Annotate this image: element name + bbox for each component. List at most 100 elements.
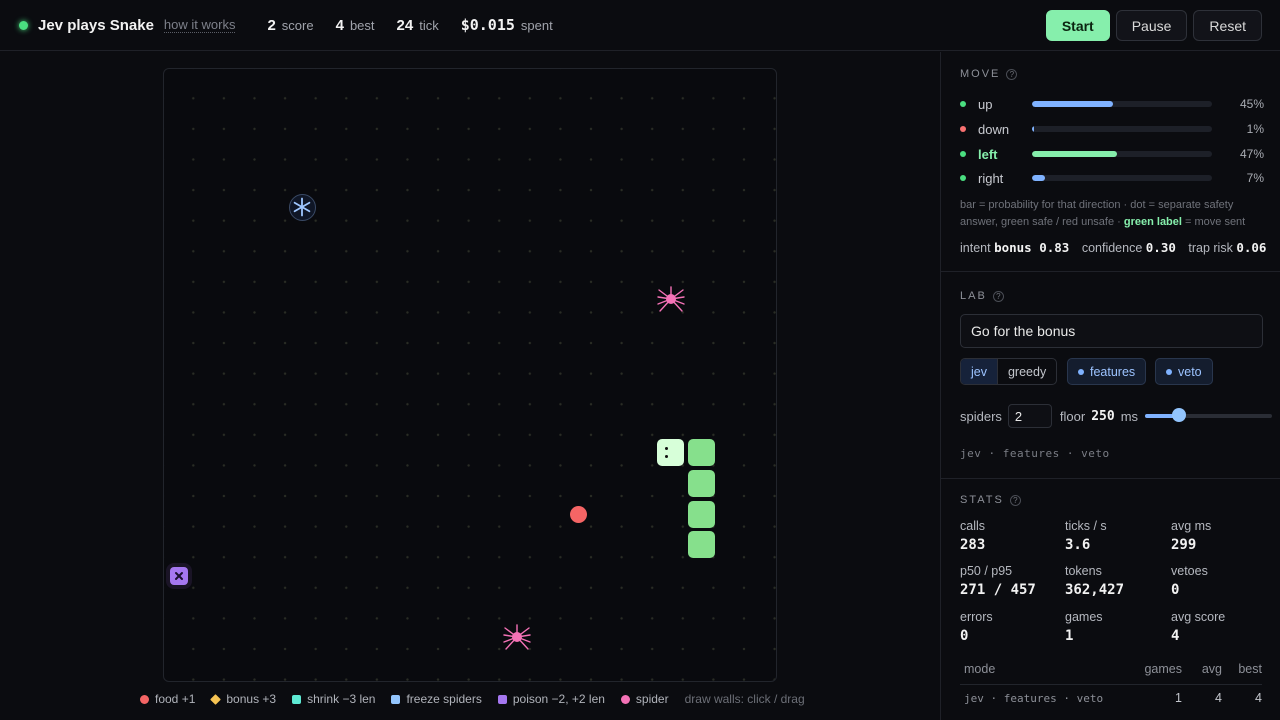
move-label: right <box>978 170 1004 186</box>
probability-bar <box>1032 175 1212 181</box>
snowflake-icon <box>288 193 316 221</box>
legend-item: freeze spiders <box>391 692 482 706</box>
score-value: 2 <box>267 16 276 34</box>
tick-value: 24 <box>396 16 414 34</box>
legend-item: food +1 <box>140 692 195 706</box>
mode-option-jev[interactable]: jev <box>961 359 998 384</box>
mode-option-greedy[interactable]: greedy <box>998 359 1056 384</box>
eye-icon <box>665 447 669 451</box>
start-button[interactable]: Start <box>1045 10 1110 41</box>
help-icon[interactable]: ? <box>1009 494 1021 506</box>
snake-segment <box>687 439 715 467</box>
spiders-input[interactable] <box>1007 404 1052 428</box>
legend-item: shrink −3 len <box>292 692 375 706</box>
circle-icon <box>620 694 630 704</box>
move-row-left: left 47% <box>960 145 1264 163</box>
probability-bar-fill <box>1032 126 1034 132</box>
how-it-works-link[interactable]: how it works <box>163 17 236 33</box>
stat-value: 4 <box>1171 628 1180 644</box>
stat-label: vetoes <box>1171 564 1208 578</box>
intent-label: intent <box>960 241 991 255</box>
floor-label: floor <box>1059 408 1086 424</box>
prompt-input[interactable] <box>960 314 1263 348</box>
pause-button[interactable]: Pause <box>1115 10 1188 41</box>
mode-selector: jev greedy <box>960 358 1058 385</box>
params-row: spiders floor 250 ms <box>960 404 1138 428</box>
legend-label: bonus +3 <box>226 692 277 706</box>
move-row-right: right 7% <box>960 169 1264 187</box>
move-percent: 47% <box>1239 147 1264 161</box>
stat-label: avg ms <box>1171 519 1212 533</box>
legend-hint: draw walls: click / drag <box>684 692 805 706</box>
move-percent: 1% <box>1246 122 1264 136</box>
legend-label: food +1 <box>155 692 196 706</box>
lab-title-text: LAB <box>960 290 987 302</box>
veto-toggle-label: veto <box>1178 364 1202 379</box>
side-panel: MOVE ? up 45% down 1% left 47% right 7% bar = p… <box>940 52 1280 720</box>
legend-item: poison −2, +2 len <box>497 692 605 706</box>
row-avg: 4 <box>1215 691 1222 705</box>
reset-button[interactable]: Reset <box>1193 10 1262 41</box>
status-dot-icon <box>19 20 28 30</box>
stat-ticks-s: ticks / s 3.6 <box>1065 519 1165 553</box>
floor-slider[interactable] <box>1145 408 1272 422</box>
table-row: jev · features · veto 1 4 4 <box>960 685 1262 711</box>
row-games: 1 <box>1175 691 1182 705</box>
move-percent: 45% <box>1239 97 1264 111</box>
header-buttons: Start Pause Reset <box>1045 10 1262 41</box>
trap-risk-label: trap risk <box>1188 241 1233 255</box>
stat-errors: errors 0 <box>960 610 1060 644</box>
stat-label: calls <box>960 519 986 533</box>
best-stat: 4 best <box>336 17 375 34</box>
stat-value: 299 <box>1171 537 1197 553</box>
game-board[interactable] <box>163 68 777 682</box>
lab-title: LAB ? <box>960 290 1004 302</box>
col-best: best <box>1238 661 1262 676</box>
row-best: 4 <box>1255 691 1262 705</box>
divider <box>941 478 1280 479</box>
help-icon[interactable]: ? <box>992 290 1004 302</box>
col-avg: avg <box>1201 661 1222 676</box>
spent-value: $0.015 <box>460 16 515 34</box>
confidence-label: confidence <box>1081 241 1143 255</box>
stat-value: 1 <box>1065 628 1074 644</box>
toggle-dot-icon <box>1078 368 1084 375</box>
safety-dot-icon <box>960 175 966 181</box>
spent-label: spent <box>520 18 553 33</box>
snake-head <box>657 439 685 467</box>
square-icon <box>497 694 507 704</box>
col-mode: mode <box>964 661 996 676</box>
confidence-value: 0.30 <box>1145 240 1176 255</box>
stat-tokens: tokens 362,427 <box>1065 564 1165 598</box>
intent-value: bonus 0.83 <box>994 240 1070 255</box>
probability-bar <box>1032 126 1212 132</box>
score-stat: 2 score <box>267 17 313 34</box>
probability-bar-fill <box>1032 151 1117 157</box>
spiders-label: spiders <box>960 408 1002 424</box>
probability-bar-fill <box>1032 101 1113 107</box>
spider-icon <box>656 284 686 314</box>
stats-title-text: STATS <box>960 494 1004 506</box>
stat-label: avg score <box>1171 610 1226 624</box>
mode-table-header: mode games avg best <box>960 659 1262 685</box>
stat-value: 362,427 <box>1065 582 1125 598</box>
move-note: bar = probability for that direction · d… <box>960 197 1270 231</box>
poison-icon <box>170 566 189 585</box>
stat-p50-p95: p50 / p95 271 / 457 <box>960 564 1060 598</box>
legend-item: spider <box>620 692 669 706</box>
legend-label: shrink −3 len <box>307 692 376 706</box>
snake-segment <box>687 531 715 559</box>
help-icon[interactable]: ? <box>1006 68 1018 80</box>
move-title-text: MOVE <box>960 68 1001 80</box>
move-title: MOVE ? <box>960 68 1018 80</box>
score-label: score <box>281 17 314 33</box>
features-toggle[interactable]: features <box>1067 358 1147 385</box>
veto-toggle[interactable]: veto <box>1155 358 1213 385</box>
square-icon <box>391 694 401 704</box>
stat-value: 3.6 <box>1065 537 1091 553</box>
move-row-up: up 45% <box>960 95 1264 113</box>
spider-icon <box>502 622 532 652</box>
stat-label: p50 / p95 <box>960 564 1013 578</box>
best-value: 4 <box>335 16 344 34</box>
diamond-icon <box>210 693 222 705</box>
